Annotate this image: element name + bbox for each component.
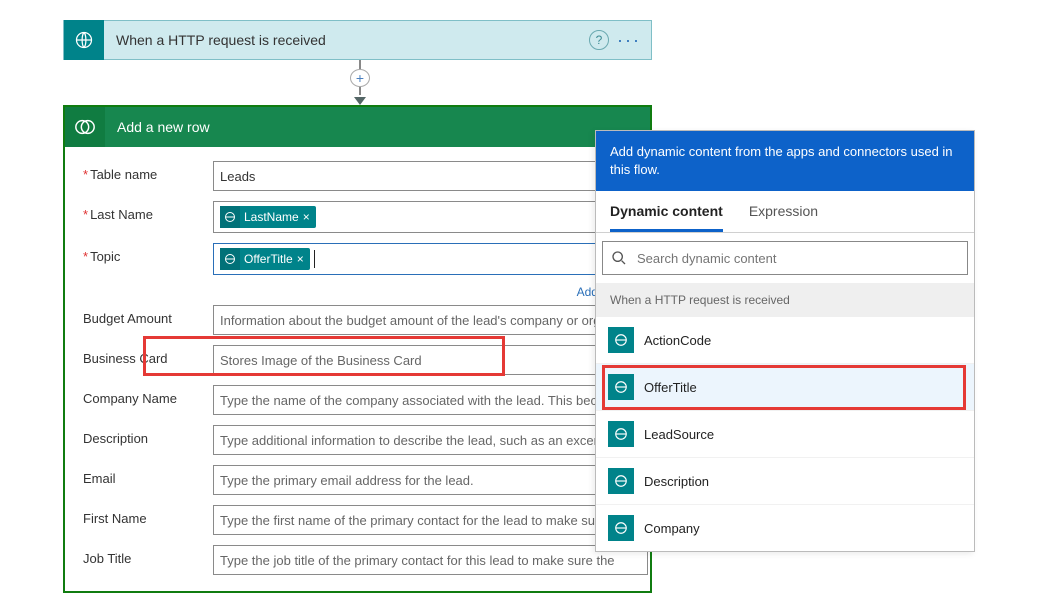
label-job-title: Job Title (83, 545, 213, 566)
globe-icon (220, 248, 240, 270)
globe-icon (220, 206, 240, 228)
dynamic-item-leadsource[interactable]: LeadSource (596, 411, 974, 458)
dynamic-item-offertitle[interactable]: OfferTitle (596, 364, 974, 411)
connector-arrow: + (352, 60, 368, 105)
input-first-name[interactable]: Type the first name of the primary conta… (213, 505, 648, 535)
token-lastname[interactable]: LastName × (220, 206, 316, 228)
input-last-name[interactable]: LastName × (213, 201, 648, 233)
label-table-name: Table name (83, 161, 213, 182)
input-email[interactable]: Type the primary email address for the l… (213, 465, 648, 495)
row-last-name: Last Name LastName × (83, 201, 648, 233)
trigger-card[interactable]: When a HTTP request is received ? ··· (63, 20, 652, 60)
action-card: Add a new row Table name Leads Last Name… (63, 105, 652, 593)
input-company-name[interactable]: Type the name of the company associated … (213, 385, 648, 415)
label-last-name: Last Name (83, 201, 213, 222)
dynamic-item-description[interactable]: Description (596, 458, 974, 505)
globe-icon (608, 421, 634, 447)
tab-expression[interactable]: Expression (749, 191, 818, 232)
input-table-name[interactable]: Leads (213, 161, 648, 191)
row-budget-amount: Budget Amount Information about the budg… (83, 305, 648, 335)
help-icon[interactable]: ? (589, 30, 609, 50)
input-budget-amount[interactable]: Information about the budget amount of t… (213, 305, 648, 335)
tab-dynamic-content[interactable]: Dynamic content (610, 191, 723, 232)
globe-icon (608, 515, 634, 541)
trigger-title: When a HTTP request is received (104, 32, 589, 48)
row-company-name: Company Name Type the name of the compan… (83, 385, 648, 415)
label-budget-amount: Budget Amount (83, 305, 213, 326)
token-offertitle[interactable]: OfferTitle × (220, 248, 310, 270)
label-company-name: Company Name (83, 385, 213, 406)
http-request-icon (64, 20, 104, 60)
input-topic[interactable]: OfferTitle × (213, 243, 648, 275)
value-table-name: Leads (220, 169, 255, 184)
row-table-name: Table name Leads (83, 161, 648, 191)
label-topic: Topic (83, 243, 213, 264)
row-first-name: First Name Type the first name of the pr… (83, 505, 648, 535)
row-job-title: Job Title Type the job title of the prim… (83, 545, 648, 575)
input-description[interactable]: Type additional information to describe … (213, 425, 648, 455)
row-topic: Topic OfferTitle × (83, 243, 648, 275)
remove-token-icon[interactable]: × (303, 210, 310, 224)
dynamic-content-panel: Add dynamic content from the apps and co… (595, 130, 975, 552)
input-job-title[interactable]: Type the job title of the primary contac… (213, 545, 648, 575)
label-first-name: First Name (83, 505, 213, 526)
dataverse-icon (65, 107, 105, 147)
dynamic-panel-tabs: Dynamic content Expression (596, 191, 974, 233)
more-menu-icon[interactable]: ··· (617, 30, 641, 51)
action-body: Table name Leads Last Name LastName × To… (65, 147, 650, 591)
dynamic-item-company[interactable]: Company (596, 505, 974, 551)
add-step-button[interactable]: + (350, 69, 370, 87)
action-title: Add a new row (105, 119, 210, 135)
remove-token-icon[interactable]: × (297, 252, 304, 266)
label-email: Email (83, 465, 213, 486)
globe-icon (608, 374, 634, 400)
label-description: Description (83, 425, 213, 446)
dynamic-search-input[interactable] (635, 250, 959, 267)
highlight-topic-row (143, 336, 505, 376)
row-email: Email Type the primary email address for… (83, 465, 648, 495)
row-description: Description Type additional information … (83, 425, 648, 455)
action-header[interactable]: Add a new row (65, 107, 650, 147)
add-dynamic-content-link[interactable]: Add dynamic (83, 285, 646, 299)
text-cursor (314, 250, 315, 268)
dynamic-group-header: When a HTTP request is received (596, 283, 974, 317)
dynamic-panel-header: Add dynamic content from the apps and co… (596, 131, 974, 191)
dynamic-item-actioncode[interactable]: ActionCode (596, 317, 974, 364)
globe-icon (608, 468, 634, 494)
dynamic-search[interactable] (602, 241, 968, 275)
globe-icon (608, 327, 634, 353)
search-icon (611, 250, 627, 266)
